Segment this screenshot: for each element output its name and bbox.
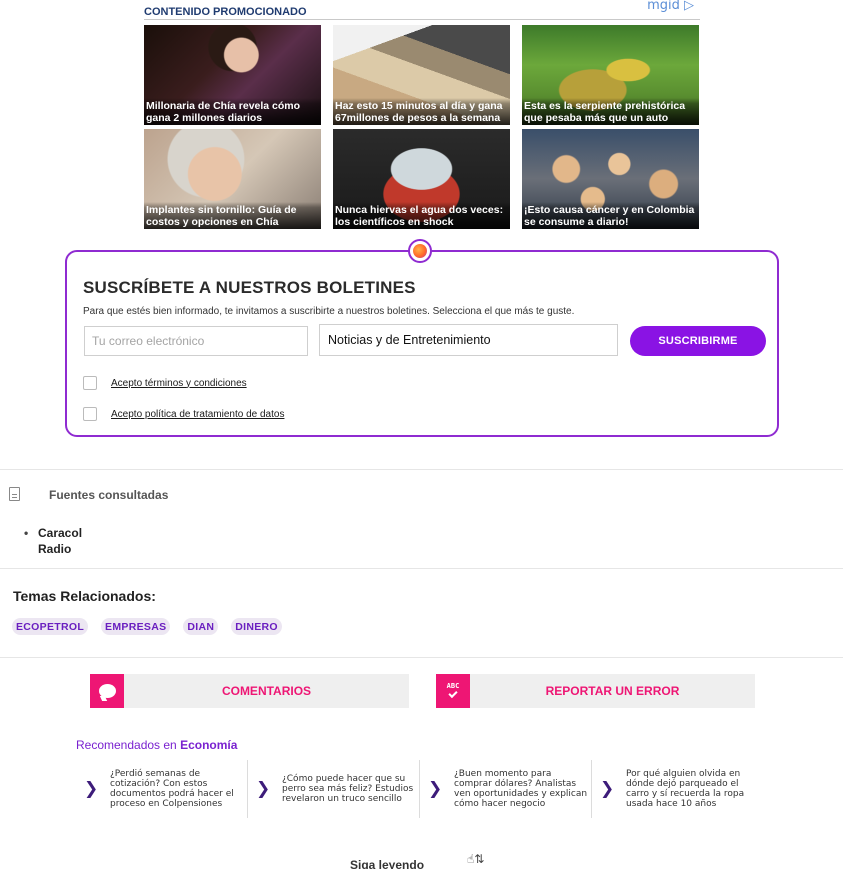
- terms-link[interactable]: Acepto términos y condiciones: [111, 378, 247, 389]
- topic-tag[interactable]: ECOPETROL: [12, 618, 89, 635]
- comment-bubble-icon: [90, 674, 124, 708]
- privacy-checkbox[interactable]: [83, 407, 97, 421]
- privacy-link[interactable]: Acepto política de tratamiento de datos: [111, 409, 284, 420]
- topic-tag[interactable]: DIAN: [183, 618, 219, 635]
- promo-card[interactable]: Nunca hiervas el agua dos veces: los cie…: [333, 129, 510, 229]
- promo-card[interactable]: ¡Esto causa cáncer y en Colombia se cons…: [522, 129, 699, 229]
- promo-card[interactable]: Implantes sin tornillo: Guía de costos y…: [144, 129, 321, 229]
- promo-caption: ¡Esto causa cáncer y en Colombia se cons…: [522, 202, 699, 229]
- recommended-item[interactable]: ❯ Por qué alguien olvida en dónde dejó pa…: [592, 760, 764, 818]
- promoted-grid: Millonaria de Chía revela cómo gana 2 mi…: [144, 25, 700, 229]
- recommended-list: ❯ ¿Perdió semanas de cotización? Con esto…: [76, 760, 766, 818]
- promoted-title: CONTENIDO PROMOCIONADO: [144, 6, 307, 18]
- report-error-button[interactable]: ABC REPORTAR UN ERROR: [436, 674, 755, 708]
- recommended-section-link[interactable]: Economía: [180, 738, 237, 752]
- continue-reading-text: Siga leyendo: [350, 858, 425, 869]
- subscribe-button[interactable]: SUSCRIBIRME: [630, 326, 766, 356]
- recommended-text: ¿Buen momento para comprar dólares? Anal…: [454, 769, 588, 809]
- recommended-item[interactable]: ❯ ¿Perdió semanas de cotización? Con esto…: [76, 760, 248, 818]
- recommended-item[interactable]: ❯ ¿Cómo puede hacer que su perro sea más …: [248, 760, 420, 818]
- recommended-item[interactable]: ❯ ¿Buen momento para comprar dólares? Ana…: [420, 760, 592, 818]
- list-item: • Caracol: [24, 525, 82, 541]
- terms-checkbox-row[interactable]: Acepto términos y condiciones: [83, 376, 247, 390]
- related-topics-title: Temas Relacionados:: [13, 588, 156, 604]
- recommended-text: ¿Cómo puede hacer que su perro sea más f…: [282, 774, 414, 804]
- privacy-checkbox-row[interactable]: Acepto política de tratamiento de datos: [83, 407, 284, 421]
- source-name: Radio: [38, 542, 72, 556]
- chevron-right-icon: ❯: [84, 779, 99, 799]
- divider: [0, 469, 843, 470]
- terms-checkbox[interactable]: [83, 376, 97, 390]
- list-item: Radio: [24, 541, 82, 557]
- recommended-text: ¿Perdió semanas de cotización? Con estos…: [110, 769, 234, 809]
- mgid-brand: mgid: [647, 0, 680, 13]
- newsletter-title: SUSCRÍBETE A NUESTROS BOLETINES: [83, 278, 416, 297]
- chevron-right-icon: ❯: [428, 779, 443, 799]
- email-input[interactable]: [84, 326, 308, 356]
- promo-caption: Nunca hiervas el agua dos veces: los cie…: [333, 202, 510, 229]
- mgid-logo[interactable]: mgid ▷: [647, 0, 694, 13]
- promo-caption: Millonaria de Chía revela cómo gana 2 mi…: [144, 98, 321, 125]
- recommended-text: Por qué alguien olvida en dónde dejó par…: [626, 769, 745, 809]
- sources-list: • Caracol Radio: [24, 525, 82, 557]
- topic-tag[interactable]: EMPRESAS: [101, 618, 171, 635]
- comments-button[interactable]: COMENTARIOS: [90, 674, 409, 708]
- topic-tag[interactable]: DINERO: [231, 618, 282, 635]
- recommended-prefix: Recomendados en: [76, 738, 181, 752]
- promo-card[interactable]: Millonaria de Chía revela cómo gana 2 mi…: [144, 25, 321, 125]
- comments-label: COMENTARIOS: [221, 684, 312, 698]
- newsletter-description: Para que estés bien informado, te invita…: [83, 306, 575, 317]
- promo-caption: Implantes sin tornillo: Guía de costos y…: [144, 202, 321, 229]
- play-triangle-icon: ▷: [679, 0, 694, 13]
- spellcheck-icon: ABC: [436, 674, 470, 708]
- newsletter-box: SUSCRÍBETE A NUESTROS BOLETINES Para que…: [65, 239, 779, 437]
- report-error-label: REPORTAR UN ERROR: [545, 684, 680, 698]
- document-icon: [9, 487, 20, 501]
- divider: [0, 568, 843, 569]
- newsletter-select[interactable]: Noticias y de Entretenimiento: [319, 324, 618, 356]
- chevron-right-icon: ❯: [600, 779, 615, 799]
- hand-swipe-icon: ☝⇅: [467, 852, 485, 866]
- bullet-icon: •: [24, 526, 29, 540]
- divider: [0, 657, 843, 658]
- source-name: Caracol: [38, 526, 83, 540]
- topic-tags: ECOPETROL EMPRESAS DIAN DINERO: [12, 618, 282, 635]
- sources-title: Fuentes consultadas: [49, 488, 169, 502]
- promo-card[interactable]: Esta es la serpiente prehistórica que pe…: [522, 25, 699, 125]
- promo-card[interactable]: Haz esto 15 minutos al día y gana 67mill…: [333, 25, 510, 125]
- promo-caption: Esta es la serpiente prehistórica que pe…: [522, 98, 699, 125]
- promoted-header: CONTENIDO PROMOCIONADO mgid ▷: [144, 0, 700, 20]
- chevron-right-icon: ❯: [256, 779, 271, 799]
- promo-caption: Haz esto 15 minutos al día y gana 67mill…: [333, 98, 510, 125]
- newsletter-badge-icon: [408, 239, 432, 263]
- recommended-title: Recomendados en Economía: [76, 738, 237, 752]
